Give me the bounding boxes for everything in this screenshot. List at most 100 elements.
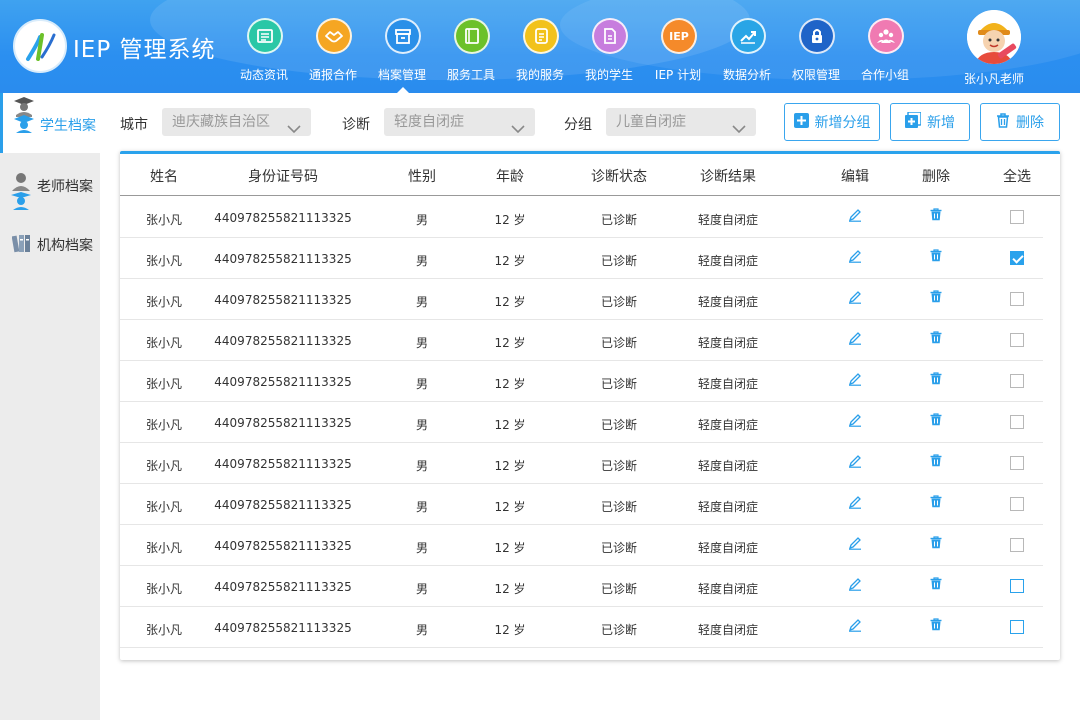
nav-item-3[interactable]: 档案管理 bbox=[368, 16, 436, 93]
add-button[interactable]: 新增 bbox=[890, 103, 970, 141]
cell-diagnosis-status: 已诊断 bbox=[600, 213, 638, 227]
edit-pencil-icon[interactable] bbox=[848, 536, 862, 553]
table-row: 张小凡 440978255821113325 男 12 岁 已诊断 轻度自闭症 bbox=[120, 525, 1043, 566]
nav-item-2[interactable]: 通报合作 bbox=[299, 16, 367, 93]
row-checkbox[interactable] bbox=[1010, 251, 1024, 265]
edit-pencil-icon[interactable] bbox=[848, 454, 862, 471]
nav-item-label: 服务工具 bbox=[446, 68, 495, 82]
delete-trash-icon[interactable] bbox=[930, 249, 942, 265]
row-checkbox[interactable] bbox=[1010, 538, 1024, 552]
cell-diagnosis-status: 已诊断 bbox=[600, 336, 638, 350]
cell-age: 12 岁 bbox=[494, 377, 526, 391]
archive-box-icon bbox=[385, 18, 421, 54]
header-delete: 删除 bbox=[922, 169, 950, 185]
row-checkbox[interactable] bbox=[1010, 415, 1024, 429]
sidebar: 学生档案 老师档案 机构档案 bbox=[0, 93, 100, 720]
cell-name: 张小凡 bbox=[145, 377, 183, 391]
cell-diagnosis-result: 轻度自闭症 bbox=[697, 418, 759, 432]
binders-icon bbox=[11, 233, 34, 257]
row-checkbox[interactable] bbox=[1010, 579, 1024, 593]
sidebar-item-teacher-archive[interactable]: 老师档案 bbox=[0, 155, 100, 215]
cell-name: 张小凡 bbox=[145, 582, 183, 596]
cell-diagnosis-status: 已诊断 bbox=[600, 459, 638, 473]
avatar[interactable] bbox=[967, 10, 1021, 64]
delete-trash-icon[interactable] bbox=[930, 290, 942, 306]
header-edit: 编辑 bbox=[841, 169, 869, 185]
iep-badge-icon: IEP bbox=[661, 18, 697, 54]
header-diagnosis-result: 诊断结果 bbox=[700, 169, 756, 185]
sidebar-item-student-archive[interactable]: 学生档案 bbox=[0, 93, 100, 153]
cell-id-number: 440978255821113325 bbox=[214, 334, 352, 348]
cell-diagnosis-result: 轻度自闭症 bbox=[697, 213, 759, 227]
cell-diagnosis-status: 已诊断 bbox=[600, 582, 638, 596]
teacher-icon bbox=[10, 173, 32, 221]
row-checkbox[interactable] bbox=[1010, 333, 1024, 347]
nav-item-9[interactable]: 权限管理 bbox=[782, 16, 850, 93]
cell-diagnosis-status: 已诊断 bbox=[600, 541, 638, 555]
edit-pencil-icon[interactable] bbox=[848, 331, 862, 348]
delete-trash-icon[interactable] bbox=[930, 208, 942, 224]
lock-icon bbox=[799, 18, 835, 54]
cell-name: 张小凡 bbox=[145, 459, 183, 473]
delete-trash-icon[interactable] bbox=[930, 495, 942, 511]
edit-pencil-icon[interactable] bbox=[848, 372, 862, 389]
row-checkbox[interactable] bbox=[1010, 497, 1024, 511]
edit-pencil-icon[interactable] bbox=[848, 290, 862, 307]
app-logo[interactable] bbox=[13, 19, 67, 73]
delete-trash-icon[interactable] bbox=[930, 331, 942, 347]
group-select-value: 儿童自闭症 bbox=[616, 114, 686, 130]
header-age: 年龄 bbox=[496, 169, 524, 185]
delete-trash-icon[interactable] bbox=[930, 577, 942, 593]
nav-item-10[interactable]: 合作小组 bbox=[851, 16, 919, 93]
top-header: IEP 管理系统 动态资讯 通报合作 档案管理 服务工具 我的服务 我的学生 IEP IEP … bbox=[0, 0, 1080, 93]
add-group-button[interactable]: 新增分组 bbox=[784, 103, 880, 141]
city-select-value: 迪庆藏族自治区 bbox=[172, 114, 270, 130]
table-row: 张小凡 440978255821113325 男 12 岁 已诊断 轻度自闭症 bbox=[120, 279, 1043, 320]
nav-item-1[interactable]: 动态资讯 bbox=[230, 16, 298, 93]
cell-gender: 男 bbox=[415, 213, 429, 227]
nav-item-8[interactable]: 数据分析 bbox=[713, 16, 781, 93]
edit-pencil-icon[interactable] bbox=[848, 577, 862, 594]
delete-trash-icon[interactable] bbox=[930, 454, 942, 470]
nav-item-label: 通报合作 bbox=[308, 68, 357, 82]
delete-trash-icon[interactable] bbox=[930, 372, 942, 388]
delete-button[interactable]: 删除 bbox=[980, 103, 1060, 141]
delete-trash-icon[interactable] bbox=[930, 413, 942, 429]
delete-label: 删除 bbox=[1016, 115, 1044, 131]
delete-trash-icon[interactable] bbox=[930, 618, 942, 634]
user-profile[interactable]: 张小凡老师 bbox=[958, 8, 1030, 88]
group-icon bbox=[868, 18, 904, 54]
city-select[interactable]: 迪庆藏族自治区 bbox=[162, 108, 311, 136]
row-checkbox[interactable] bbox=[1010, 374, 1024, 388]
row-checkbox[interactable] bbox=[1010, 292, 1024, 306]
row-checkbox[interactable] bbox=[1010, 620, 1024, 634]
cell-age: 12 岁 bbox=[494, 541, 526, 555]
edit-pencil-icon[interactable] bbox=[848, 618, 862, 635]
group-select[interactable]: 儿童自闭症 bbox=[606, 108, 756, 136]
edit-pencil-icon[interactable] bbox=[848, 208, 862, 225]
diagnosis-select[interactable]: 轻度自闭症 bbox=[384, 108, 535, 136]
cell-gender: 男 bbox=[415, 377, 429, 391]
nav-item-5[interactable]: 我的服务 bbox=[506, 16, 574, 93]
nav-item-label: 合作小组 bbox=[860, 68, 909, 82]
cell-id-number: 440978255821113325 bbox=[214, 211, 352, 225]
edit-pencil-icon[interactable] bbox=[848, 495, 862, 512]
add-label: 新增 bbox=[927, 115, 955, 131]
cell-diagnosis-status: 已诊断 bbox=[600, 623, 638, 637]
cell-id-number: 440978255821113325 bbox=[214, 252, 352, 266]
row-checkbox[interactable] bbox=[1010, 210, 1024, 224]
cell-name: 张小凡 bbox=[145, 295, 183, 309]
city-label: 城市 bbox=[120, 117, 148, 133]
nav-item-4[interactable]: 服务工具 bbox=[437, 16, 505, 93]
plus-square-icon bbox=[793, 112, 809, 132]
nav-item-6[interactable]: 我的学生 bbox=[575, 16, 643, 93]
edit-pencil-icon[interactable] bbox=[848, 249, 862, 266]
delete-trash-icon[interactable] bbox=[930, 536, 942, 552]
nav-item-label: 动态资讯 bbox=[239, 68, 288, 82]
header-select-all[interactable]: 全选 bbox=[1003, 166, 1031, 186]
nav-item-7[interactable]: IEP IEP 计划 bbox=[644, 16, 712, 93]
sidebar-item-institution-archive[interactable]: 机构档案 bbox=[0, 215, 100, 275]
edit-pencil-icon[interactable] bbox=[848, 413, 862, 430]
cell-age: 12 岁 bbox=[494, 418, 526, 432]
row-checkbox[interactable] bbox=[1010, 456, 1024, 470]
